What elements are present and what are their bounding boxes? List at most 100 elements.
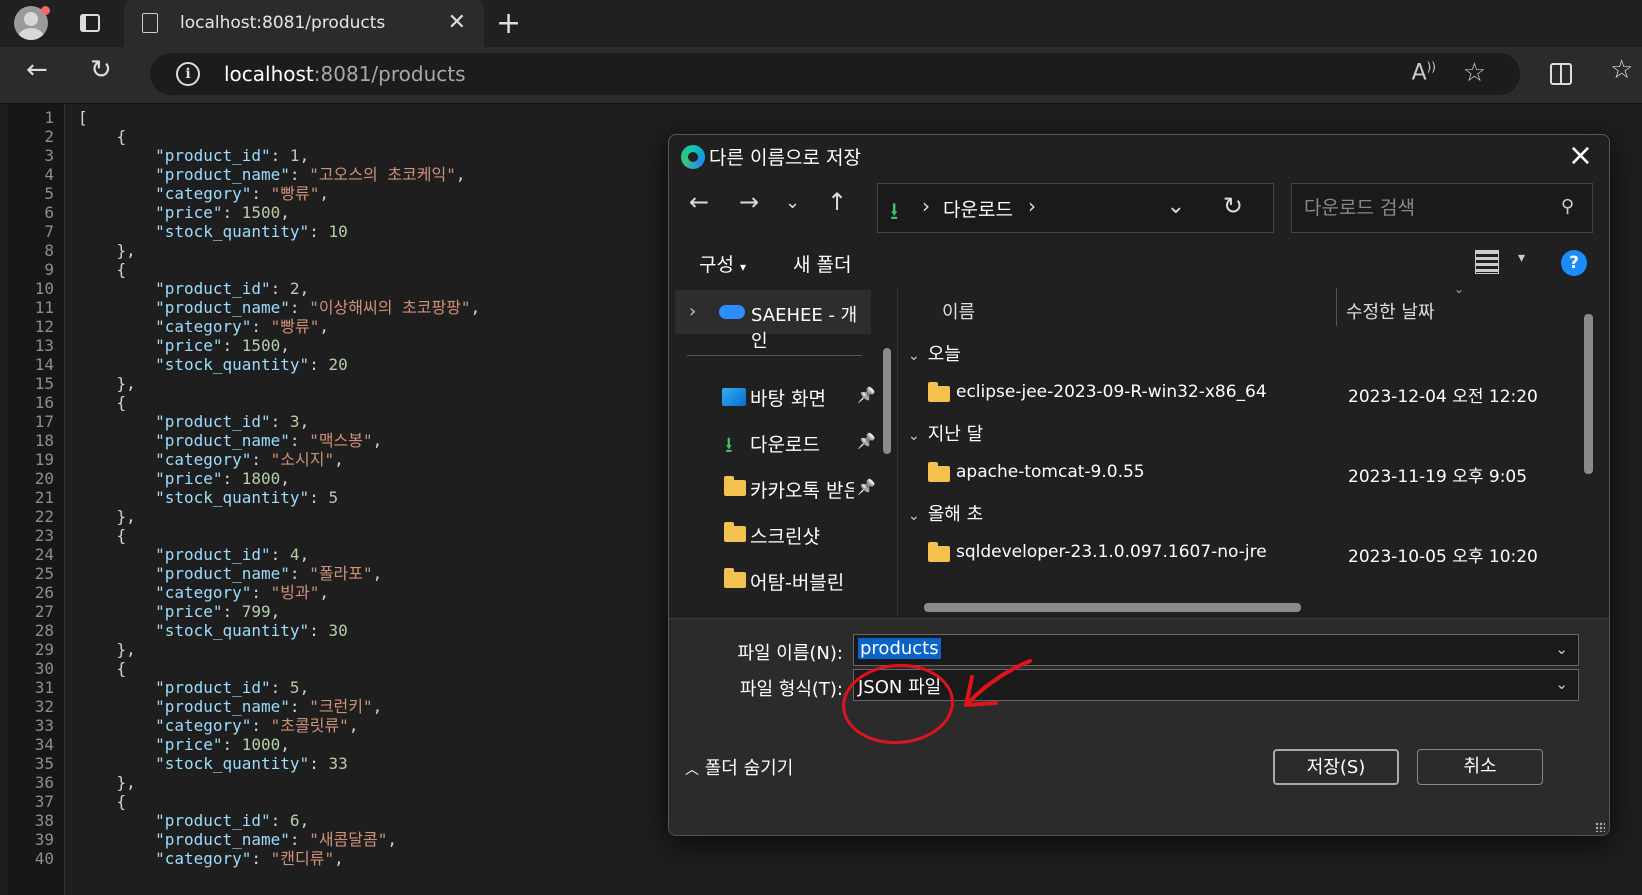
split-screen-icon[interactable] bbox=[1550, 63, 1572, 85]
refresh-icon[interactable]: ↻ bbox=[90, 55, 112, 85]
new-tab-icon[interactable]: + bbox=[496, 6, 521, 41]
sort-chevron-icon: ⌄ bbox=[1454, 282, 1465, 296]
search-box[interactable]: ⚲ bbox=[1291, 183, 1593, 233]
organize-menu[interactable]: 구성 ▾ bbox=[699, 250, 746, 277]
file-row[interactable]: eclipse-jee-2023-09-R-win32-x86_64 2023-1… bbox=[928, 378, 1578, 410]
edge-logo-icon bbox=[681, 145, 705, 169]
code-text: }, bbox=[78, 241, 136, 260]
sidebar-item[interactable]: 스크린샷 bbox=[718, 514, 868, 554]
column-separator[interactable] bbox=[1336, 288, 1337, 326]
search-input[interactable] bbox=[1302, 196, 1546, 220]
url-path: :8081/products bbox=[313, 62, 466, 86]
new-folder-button[interactable]: 새 폴더 bbox=[793, 250, 851, 277]
sidebar-item[interactable]: 어탐-버블린 bbox=[718, 560, 868, 600]
file-name: apache-tomcat-9.0.55 bbox=[956, 462, 1145, 482]
chevron-down-icon[interactable]: ⌄ bbox=[1167, 194, 1185, 219]
code-text: }, bbox=[78, 640, 136, 659]
sidebar-item-label: 카카오톡 받은 bbox=[750, 480, 854, 502]
line-number: 4 bbox=[44, 165, 54, 184]
line-number: 33 bbox=[34, 716, 54, 735]
vertical-scrollbar[interactable] bbox=[1584, 314, 1593, 474]
column-header-name[interactable]: 이름 bbox=[942, 298, 975, 324]
code-text: "product_id": 4, bbox=[155, 545, 310, 564]
code-text: "product_name": "맥스봉", bbox=[155, 431, 383, 450]
pin-icon[interactable]: 📌 bbox=[857, 432, 876, 450]
code-text: "price": 1800, bbox=[155, 469, 290, 488]
resize-grip-icon[interactable] bbox=[1595, 822, 1605, 832]
breadcrumb-item-downloads[interactable]: 다운로드 bbox=[943, 195, 1013, 222]
save-button[interactable]: 저장(S) bbox=[1273, 749, 1399, 785]
dialog-close-icon[interactable]: × bbox=[1568, 138, 1593, 173]
file-row[interactable]: sqldeveloper-23.1.0.097.1607-no-jre 2023-… bbox=[928, 538, 1578, 570]
cancel-button[interactable]: 취소 bbox=[1417, 749, 1543, 785]
code-text: "stock_quantity": 30 bbox=[155, 621, 348, 640]
caret-down-icon[interactable]: ▾ bbox=[1518, 250, 1525, 266]
site-info-icon[interactable]: i bbox=[176, 62, 200, 86]
sidebar-item[interactable]: 카카오톡 받은 📌 bbox=[718, 468, 876, 508]
column-header-date[interactable]: 수정한 날짜 bbox=[1346, 298, 1435, 324]
dialog-titlebar: 다른 이름으로 저장 × bbox=[669, 135, 1609, 175]
back-icon[interactable]: ← bbox=[26, 55, 48, 85]
close-tab-icon[interactable]: ✕ bbox=[448, 10, 466, 35]
sidebar-item-label: 어탐-버블린 bbox=[750, 572, 845, 594]
code-text: { bbox=[78, 127, 127, 146]
code-text: "stock_quantity": 20 bbox=[155, 355, 348, 374]
pin-icon[interactable]: 📌 bbox=[857, 478, 876, 496]
chevron-right-icon[interactable]: › bbox=[689, 301, 696, 322]
horizontal-scrollbar[interactable] bbox=[924, 603, 1301, 612]
sidebar-item[interactable]: ⭳ 다운로드 📌 bbox=[718, 422, 876, 462]
sidebar-item[interactable]: 바탕 화면 📌 bbox=[718, 376, 876, 416]
line-number: 28 bbox=[34, 621, 54, 640]
breadcrumb-separator-icon[interactable]: › bbox=[1028, 194, 1036, 218]
breadcrumb[interactable]: ⭳ › 다운로드 › ⌄ ↻ bbox=[877, 183, 1274, 233]
search-icon[interactable]: ⚲ bbox=[1561, 196, 1574, 217]
code-text: { bbox=[78, 393, 127, 412]
favorite-star-icon[interactable]: ☆ bbox=[1463, 58, 1486, 88]
browser-tab[interactable]: localhost:8081/products ✕ bbox=[124, 0, 484, 47]
organize-label: 구성 bbox=[699, 254, 734, 276]
up-arrow-icon[interactable]: ↑ bbox=[827, 188, 847, 216]
download-icon: ⭳ bbox=[890, 197, 899, 225]
filename-value[interactable]: products bbox=[858, 638, 941, 659]
code-text: "product_id": 5, bbox=[155, 678, 310, 697]
code-text: "stock_quantity": 10 bbox=[155, 222, 348, 241]
refresh-icon[interactable]: ↻ bbox=[1223, 192, 1243, 220]
url-text[interactable]: localhost:8081/products bbox=[224, 62, 466, 86]
code-text: "product_name": "새콤달콤", bbox=[155, 830, 397, 849]
line-number: 16 bbox=[34, 393, 54, 412]
navigation-pane: › SAEHEE - 개인 바탕 화면 📌 ⭳ 다운로드 📌 카카오톡 받은 📌 스크린샷 어탐… bbox=[673, 288, 893, 618]
divider bbox=[687, 355, 862, 356]
sidebar-item-onedrive[interactable]: › SAEHEE - 개인 bbox=[675, 290, 871, 352]
view-options-icon[interactable] bbox=[1475, 250, 1499, 274]
help-icon[interactable]: ? bbox=[1561, 250, 1587, 276]
code-text: "price": 1000, bbox=[155, 735, 290, 754]
file-list: 이름 수정한 날짜 ⌄ ⌄ 오늘 eclipse-jee-2023-09-R-win… bbox=[897, 282, 1601, 618]
tab-actions-icon[interactable] bbox=[80, 14, 100, 32]
line-number: 17 bbox=[34, 412, 54, 431]
group-header[interactable]: ⌄ 올해 초 bbox=[908, 500, 983, 526]
recent-locations-chevron-icon[interactable]: ⌄ bbox=[785, 192, 800, 213]
code-text: "category": "소시지", bbox=[155, 450, 344, 469]
group-label: 올해 초 bbox=[927, 504, 984, 525]
group-header[interactable]: ⌄ 오늘 bbox=[908, 340, 961, 366]
code-text: "category": "초콜릿류", bbox=[155, 716, 359, 735]
address-bar[interactable]: i localhost:8081/products A)) ☆ bbox=[150, 53, 1520, 95]
folder-icon bbox=[724, 568, 746, 588]
code-text: }, bbox=[78, 507, 136, 526]
back-arrow-icon[interactable]: ← bbox=[689, 188, 709, 216]
line-number: 29 bbox=[34, 640, 54, 659]
chevron-down-icon[interactable]: ⌄ bbox=[1555, 640, 1568, 658]
file-row[interactable]: apache-tomcat-9.0.55 2023-11-19 오후 9:05 bbox=[928, 458, 1578, 490]
read-aloud-icon[interactable]: A)) bbox=[1412, 60, 1436, 85]
forward-arrow-icon[interactable]: → bbox=[739, 188, 759, 216]
file-date: 2023-10-05 오후 10:20 bbox=[1348, 547, 1538, 567]
hide-folders-button[interactable]: ︿ 폴더 숨기기 bbox=[685, 754, 793, 780]
pin-icon[interactable]: 📌 bbox=[857, 386, 876, 404]
line-number: 26 bbox=[34, 583, 54, 602]
code-text: "price": 1500, bbox=[155, 203, 290, 222]
sidebar-scrollbar[interactable] bbox=[883, 348, 891, 454]
chevron-down-icon[interactable]: ⌄ bbox=[1555, 675, 1568, 693]
favorites-icon[interactable]: ☆ bbox=[1610, 55, 1633, 85]
chevron-down-icon: ⌄ bbox=[908, 348, 920, 364]
group-header[interactable]: ⌄ 지난 달 bbox=[908, 420, 983, 446]
